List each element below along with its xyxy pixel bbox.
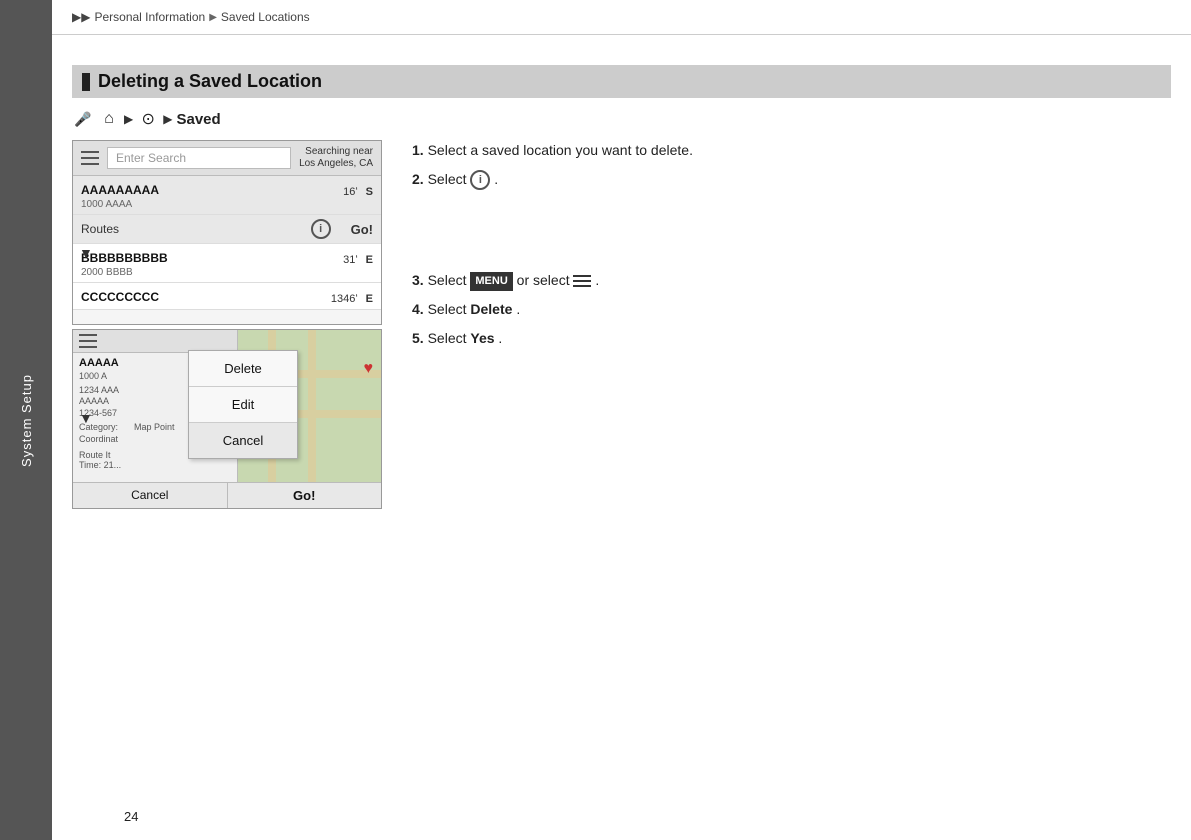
breadcrumb-arrows: ▶▶ — [72, 10, 90, 24]
screen1: Enter Search Searching near Los Angeles,… — [72, 140, 382, 325]
item-c-name: CCCCCCCCC — [81, 290, 159, 304]
sidebar: System Setup — [0, 0, 52, 840]
breadcrumb: ▶▶ Personal Information ▶ Saved Location… — [52, 0, 1191, 35]
go-button[interactable]: Go! — [351, 222, 373, 237]
phone-icon: 🎤 — [72, 108, 94, 130]
delete-bold: Delete — [470, 301, 512, 317]
screen1-header: Enter Search Searching near Los Angeles,… — [73, 141, 381, 176]
home-icon: ⌂ — [98, 108, 120, 130]
cancel-bar-button[interactable]: Cancel — [73, 483, 228, 508]
icon-row: 🎤 ⌂ ▶ ⊙ ▶ Saved — [72, 108, 1171, 130]
content-area: Enter Search Searching near Los Angeles,… — [72, 140, 1171, 509]
routes-button[interactable]: Routes — [81, 222, 291, 236]
item-c-distance: 1346ʻ E — [331, 289, 373, 305]
info-icon-step2: i — [470, 170, 490, 190]
edit-option[interactable]: Edit — [189, 387, 297, 423]
section-title: Deleting a Saved Location — [98, 71, 322, 92]
step1: 1. Select a saved location you want to d… — [412, 140, 1171, 161]
item-a-sub: 1000 AAAA — [81, 199, 373, 210]
popup-menu: Delete Edit Cancel — [188, 350, 298, 459]
icon-arrow2: ▶ — [163, 112, 172, 126]
item-a-distance: 16ʻ S — [343, 182, 373, 198]
section-title-bar: Deleting a Saved Location — [72, 65, 1171, 98]
icon-arrow1: ▶ — [124, 112, 133, 126]
yes-bold: Yes — [470, 330, 494, 346]
step2: 2. Select i . — [412, 169, 1171, 190]
list-item-b[interactable]: BBBBBBBBBB 31ʻ E 2000 BBBB — [73, 244, 381, 283]
screenshots-column: Enter Search Searching near Los Angeles,… — [72, 140, 382, 509]
breadcrumb-item1: Personal Information — [94, 10, 205, 24]
title-decoration — [82, 73, 90, 91]
breadcrumb-arrow2: ▶ — [209, 12, 217, 23]
list-icon-step3 — [573, 274, 591, 288]
screen2: AAAAA 1000 A 1234 AAAAAAAA1234-567 Categ… — [72, 329, 382, 509]
screen2-bottom: Cancel Go! — [73, 482, 381, 508]
breadcrumb-item2: Saved Locations — [221, 10, 310, 24]
circle-icon: ⊙ — [137, 108, 159, 130]
step3: 3. Select MENU or select . — [412, 270, 1171, 291]
main-content: ▶▶ Personal Information ▶ Saved Location… — [52, 0, 1191, 840]
menu-badge: MENU — [470, 272, 512, 291]
saved-label: Saved — [176, 111, 220, 128]
sidebar-label: System Setup — [19, 374, 34, 467]
heart-icon: ♥ — [364, 360, 374, 378]
down-arrow: ▼ — [79, 245, 93, 261]
hamburger-icon2 — [79, 334, 97, 348]
go-bar-button[interactable]: Go! — [228, 483, 382, 508]
delete-option[interactable]: Delete — [189, 351, 297, 387]
item-b-distance: 31ʻ E — [343, 250, 373, 266]
item-b-name: BBBBBBBBBB — [81, 251, 168, 265]
list-item-a[interactable]: AAAAAAAAA 16ʻ S 1000 AAAA — [73, 176, 381, 215]
list-item-c[interactable]: CCCCCCCCC 1346ʻ E — [73, 283, 381, 310]
page-number: 24 — [124, 809, 138, 824]
item-b-sub: 2000 BBBB — [81, 267, 373, 278]
step4: 4. Select Delete . — [412, 299, 1171, 320]
down-arrow2: ▼ — [79, 410, 93, 426]
cancel-option[interactable]: Cancel — [189, 423, 297, 458]
location-text: Searching near Los Angeles, CA — [299, 146, 373, 170]
info-circle[interactable]: i — [311, 219, 331, 239]
step5: 5. Select Yes . — [412, 328, 1171, 349]
hamburger-icon — [81, 151, 99, 165]
item-a-name: AAAAAAAAA — [81, 183, 159, 197]
expanded-row: Routes i Go! — [73, 215, 381, 244]
search-box: Enter Search — [107, 147, 291, 169]
instructions: 1. Select a saved location you want to d… — [412, 140, 1171, 509]
